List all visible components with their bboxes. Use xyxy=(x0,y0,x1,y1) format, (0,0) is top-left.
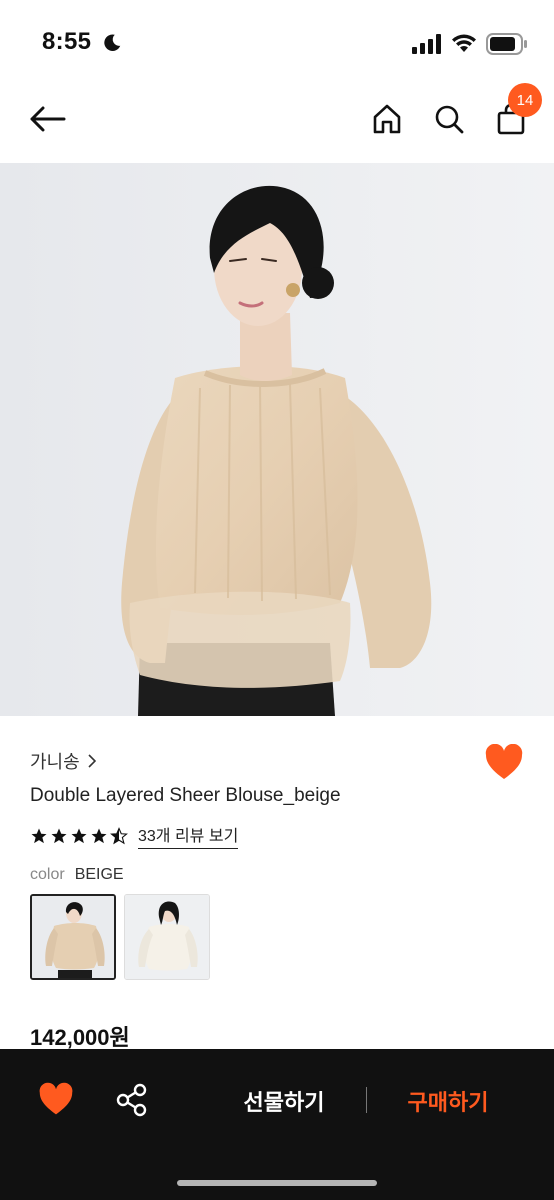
home-indicator xyxy=(177,1180,377,1186)
half-star-icon xyxy=(110,826,128,844)
heart-icon xyxy=(39,1082,73,1115)
color-row: color BEIGE xyxy=(30,866,124,884)
product-price: 142,000원 xyxy=(30,1025,130,1050)
swatch-thumbnail xyxy=(32,896,114,978)
wifi-icon xyxy=(452,34,476,52)
status-bar: 8:55 xyxy=(0,0,554,80)
back-button[interactable] xyxy=(24,98,70,140)
heart-icon xyxy=(485,743,523,779)
top-nav-bar xyxy=(0,80,554,162)
rating-row: 33개 리뷰 보기 xyxy=(30,822,239,849)
share-icon xyxy=(116,1083,147,1117)
buy-button[interactable]: 구매하기 xyxy=(386,1082,510,1120)
moon-icon xyxy=(104,34,121,51)
color-swatch-beige[interactable] xyxy=(30,894,116,980)
star-icon xyxy=(91,828,107,843)
search-icon xyxy=(435,105,464,134)
product-image[interactable] xyxy=(0,163,554,716)
chevron-right-icon xyxy=(88,754,96,768)
color-value: BEIGE xyxy=(74,866,124,883)
color-label: color xyxy=(30,866,65,883)
star-icon xyxy=(51,828,67,843)
review-link[interactable]: 33개 리뷰 보기 xyxy=(138,822,239,849)
bottom-divider xyxy=(366,1087,367,1113)
bottom-action-bar xyxy=(0,1049,554,1200)
signal-icon xyxy=(412,34,441,54)
product-photo xyxy=(0,163,554,716)
bottom-wishlist-button[interactable] xyxy=(38,1082,74,1118)
star-icon xyxy=(71,828,87,843)
search-button[interactable] xyxy=(426,96,472,142)
rating-stars xyxy=(30,826,128,845)
brand-link[interactable]: 가니송 xyxy=(30,748,96,774)
home-icon xyxy=(373,104,401,134)
home-button[interactable] xyxy=(364,96,410,142)
cart-count-badge: 14 xyxy=(508,83,542,117)
star-icon xyxy=(31,828,47,843)
battery-icon xyxy=(486,33,527,55)
product-title: Double Layered Sheer Blouse_beige xyxy=(30,785,341,806)
back-arrow-icon xyxy=(30,106,66,132)
brand-name: 가니송 xyxy=(30,752,80,772)
share-button[interactable] xyxy=(114,1082,150,1118)
status-time: 8:55 xyxy=(42,28,92,55)
gift-button[interactable]: 선물하기 xyxy=(222,1082,346,1120)
color-swatch-ivory[interactable] xyxy=(124,894,210,980)
swatch-thumbnail xyxy=(125,895,209,979)
wishlist-heart-button[interactable] xyxy=(484,743,524,782)
